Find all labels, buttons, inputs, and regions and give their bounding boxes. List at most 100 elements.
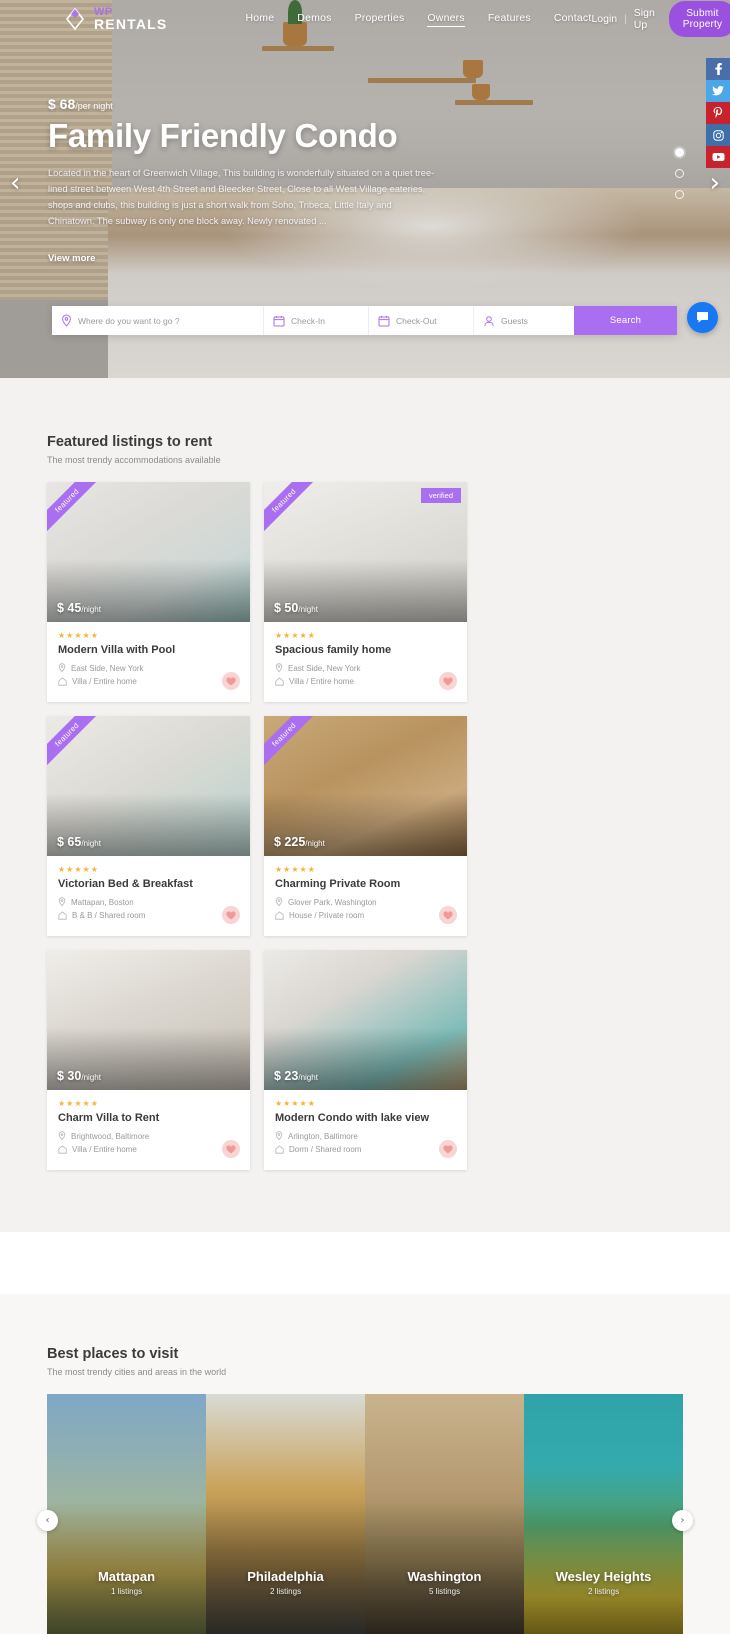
listing-title[interactable]: Modern Villa with Pool — [58, 644, 239, 656]
places-section-header: Best places to visit The most trendy cit… — [47, 1346, 683, 1377]
hero-next-arrow[interactable]: › — [710, 170, 720, 196]
search-guests-field[interactable]: Guests — [474, 306, 574, 335]
location-pin-icon — [275, 663, 283, 673]
listing-price-value: $ 50 — [274, 601, 299, 615]
listing-type-text: Dorm / Shared room — [289, 1145, 362, 1154]
login-link[interactable]: Login — [591, 13, 617, 25]
rating-stars: ★★★★★ — [275, 1099, 316, 1108]
nav-item-properties[interactable]: Properties — [355, 12, 405, 26]
location-pin-icon — [58, 1131, 66, 1141]
listing-type-text: Villa / Entire home — [72, 677, 137, 686]
listing-price-unit: /night — [298, 605, 318, 614]
hero-section: WP RENTALS Home Demos Properties Owners … — [0, 0, 730, 378]
listing-title[interactable]: Charming Private Room — [275, 878, 456, 890]
nav-item-features[interactable]: Features — [488, 12, 531, 26]
listing-card[interactable]: featured $ 65/night ★★★★★ Victorian Bed … — [47, 716, 250, 936]
city-card[interactable]: Wesley Heights 2 listings — [524, 1394, 683, 1634]
listing-title[interactable]: Modern Condo with lake view — [275, 1112, 456, 1124]
listing-type: B & B / Shared room — [58, 911, 239, 920]
listing-card[interactable]: featured verified $ 50/night ★★★★★ Spaci… — [264, 482, 467, 702]
featured-title: Featured listings to rent — [47, 434, 213, 450]
listing-card[interactable]: $ 23/night ★★★★★ Modern Condo with lake … — [264, 950, 467, 1170]
city-listing-count: 1 listings — [110, 1587, 143, 1596]
hero-prev-arrow[interactable]: ‹ — [10, 170, 20, 196]
listing-location-text: Glover Park, Washington — [288, 897, 377, 907]
search-location-field[interactable]: Where do you want to go ? — [52, 306, 264, 335]
listing-image: featured $ 45/night — [47, 482, 250, 622]
favorite-button[interactable] — [439, 906, 457, 924]
youtube-icon[interactable] — [706, 146, 730, 168]
heart-icon — [443, 1144, 453, 1153]
listing-location: Brightwood, Baltimore — [58, 1131, 239, 1141]
favorite-button[interactable] — [222, 906, 240, 924]
listing-price-value: $ 30 — [57, 1069, 82, 1083]
listing-type: Villa / Entire home — [275, 677, 456, 686]
places-subtitle: The most trendy cities and areas in the … — [47, 1367, 227, 1377]
listing-price: $ 23/night — [274, 1069, 318, 1083]
signup-link[interactable]: Sign Up — [634, 7, 655, 31]
hero-price-unit: /per night — [75, 101, 113, 111]
heart-icon — [443, 676, 453, 685]
listing-card[interactable]: $ 30/night ★★★★★ Charm Villa to Rent Bri… — [47, 950, 250, 1170]
pinterest-icon[interactable] — [706, 102, 730, 124]
listing-location-text: East Side, New York — [288, 663, 361, 673]
listing-title[interactable]: Spacious family home — [275, 644, 456, 656]
cities-prev-arrow[interactable]: ‹ — [37, 1510, 58, 1531]
listing-card[interactable]: featured $ 225/night ★★★★★ Charming Priv… — [264, 716, 467, 936]
facebook-icon[interactable] — [706, 58, 730, 80]
city-card[interactable]: Washington 5 listings — [365, 1394, 524, 1634]
city-card[interactable]: Mattapan 1 listings — [47, 1394, 206, 1634]
search-checkout-field[interactable]: Check-Out — [369, 306, 474, 335]
favorite-button[interactable] — [222, 1140, 240, 1158]
listing-price-value: $ 225 — [274, 835, 306, 849]
nav-item-demos[interactable]: Demos — [297, 12, 331, 26]
nav-item-contact[interactable]: Contact — [554, 12, 592, 26]
nav-item-owners[interactable]: Owners — [427, 12, 465, 27]
cities-next-arrow[interactable]: › — [672, 1510, 693, 1531]
city-name: Mattapan — [97, 1569, 156, 1584]
logo[interactable]: WP RENTALS — [62, 6, 167, 32]
instagram-icon[interactable] — [706, 124, 730, 146]
listing-image: featured $ 65/night — [47, 716, 250, 856]
search-location-placeholder: Where do you want to go ? — [78, 315, 180, 326]
search-button[interactable]: Search — [574, 306, 677, 335]
favorite-button[interactable] — [439, 1140, 457, 1158]
listing-price: $ 225/night — [274, 835, 325, 849]
listing-cards-grid: featured $ 45/night ★★★★★ Modern Villa w… — [47, 482, 683, 1170]
chat-button[interactable] — [687, 302, 718, 333]
listing-type: House / Private room — [275, 911, 456, 920]
listing-price-unit: /night — [81, 839, 101, 848]
hero-dot-3[interactable] — [675, 190, 684, 199]
twitter-icon[interactable] — [706, 80, 730, 102]
social-sidebar — [706, 58, 730, 168]
hero-view-more-link[interactable]: View more — [48, 253, 95, 264]
listing-price-unit: /night — [81, 1073, 101, 1082]
city-listing-count: 2 listings — [587, 1587, 620, 1596]
hero-dot-2[interactable] — [675, 169, 684, 178]
listing-card[interactable]: featured $ 45/night ★★★★★ Modern Villa w… — [47, 482, 250, 702]
search-bar: Where do you want to go ? Check-In Check… — [52, 306, 677, 335]
city-listing-count: 5 listings — [428, 1587, 461, 1596]
city-name: Philadelphia — [247, 1569, 324, 1584]
favorite-button[interactable] — [222, 672, 240, 690]
listing-type-text: Villa / Entire home — [72, 1145, 137, 1154]
search-checkin-field[interactable]: Check-In — [264, 306, 369, 335]
listing-image: $ 30/night — [47, 950, 250, 1090]
city-card[interactable]: Philadelphia 2 listings — [206, 1394, 365, 1634]
search-guests-placeholder: Guests — [501, 315, 528, 326]
submit-property-button[interactable]: Submit Property — [668, 1, 730, 37]
favorite-button[interactable] — [439, 672, 457, 690]
rating-stars: ★★★★★ — [275, 865, 316, 874]
hero-price: $ 68/per night — [48, 96, 438, 112]
listing-title[interactable]: Victorian Bed & Breakfast — [58, 878, 239, 890]
hero-dot-1[interactable] — [675, 148, 684, 157]
heart-icon — [226, 910, 236, 919]
nav-item-home[interactable]: Home — [245, 12, 274, 26]
listing-price: $ 30/night — [57, 1069, 101, 1083]
calendar-icon — [273, 315, 285, 326]
featured-subtitle: The most trendy accommodations available — [47, 455, 221, 465]
rating-stars: ★★★★★ — [58, 1099, 99, 1108]
listing-type-text: Villa / Entire home — [289, 677, 354, 686]
section-divider — [0, 1232, 730, 1294]
listing-title[interactable]: Charm Villa to Rent — [58, 1112, 239, 1124]
